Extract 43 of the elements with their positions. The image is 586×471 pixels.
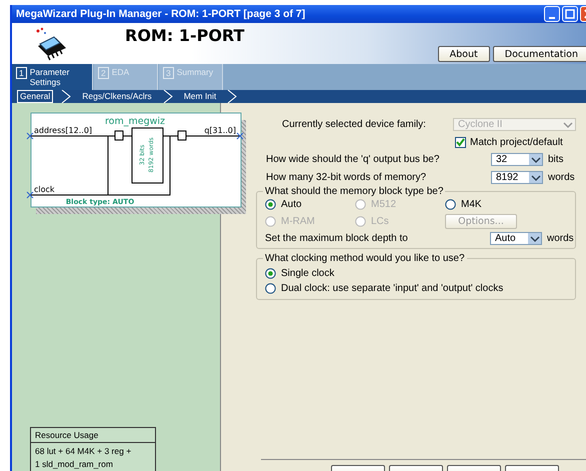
radio-label: M-RAM — [281, 216, 315, 227]
device-family-label: Currently selected device family: — [282, 119, 426, 130]
chevron-icon — [61, 90, 72, 103]
radio-button[interactable] — [265, 283, 276, 294]
window-title: MegaWizard Plug-In Manager - ROM: 1-PORT [page 3 of 7] — [16, 8, 306, 20]
minimize-icon — [549, 16, 555, 18]
radio-label: M4K — [461, 199, 482, 210]
dropdown-icon — [530, 234, 540, 242]
wizard-tab[interactable]: 1 Parameter Settings — [12, 64, 93, 90]
chevron-icon — [162, 90, 173, 103]
header-button[interactable]: About — [438, 46, 490, 62]
resource-usage-title: Resource Usage — [31, 428, 155, 443]
resource-usage-text: 68 lut + 64 M4K + 3 reg + — [35, 445, 132, 458]
value-dropdown[interactable]: 8192 — [491, 171, 543, 184]
page-link[interactable]: Regs/Clkens/Aclrs — [79, 90, 155, 103]
maximize-button[interactable] — [562, 6, 578, 22]
maximize-icon — [565, 9, 575, 19]
radio-button[interactable] — [265, 199, 276, 210]
radio-label: M512 — [371, 199, 396, 210]
question-label: How many 32-bit words of memory? — [266, 172, 428, 183]
radio-button[interactable] — [265, 268, 276, 279]
depth-dropdown[interactable]: Auto — [490, 232, 542, 245]
resource-usage-text: 1 sld_mod_ram_rom — [35, 458, 114, 471]
header-button[interactable]: Documentation — [492, 46, 586, 62]
wizard-heading: ROM: 1-PORT — [125, 26, 244, 45]
page-link[interactable]: General — [17, 90, 54, 103]
radio-label: LCs — [371, 216, 389, 227]
unit-label: bits — [548, 154, 565, 165]
group-title: What should the memory block type be? — [264, 186, 444, 197]
block-depth-label: Set the maximum block depth to — [265, 233, 409, 244]
radio-label: Single clock — [281, 268, 334, 279]
radio-label: Dual clock: use separate 'input' and 'output' clocks — [281, 283, 504, 294]
minimize-button[interactable] — [544, 6, 560, 22]
unit-label: words — [547, 233, 575, 244]
question-label: How wide should the 'q' output bus be? — [266, 154, 440, 165]
page-link[interactable]: Mem Init — [180, 90, 220, 103]
group-title: What clocking method would you like to use? — [264, 253, 466, 264]
unit-label: words — [548, 172, 576, 183]
match-project-label: Match project/default — [470, 137, 563, 148]
radio-label: Auto — [281, 199, 302, 210]
value-dropdown[interactable]: 32 — [491, 153, 543, 166]
chevron-icon — [227, 90, 238, 103]
radio-button[interactable] — [445, 199, 456, 210]
